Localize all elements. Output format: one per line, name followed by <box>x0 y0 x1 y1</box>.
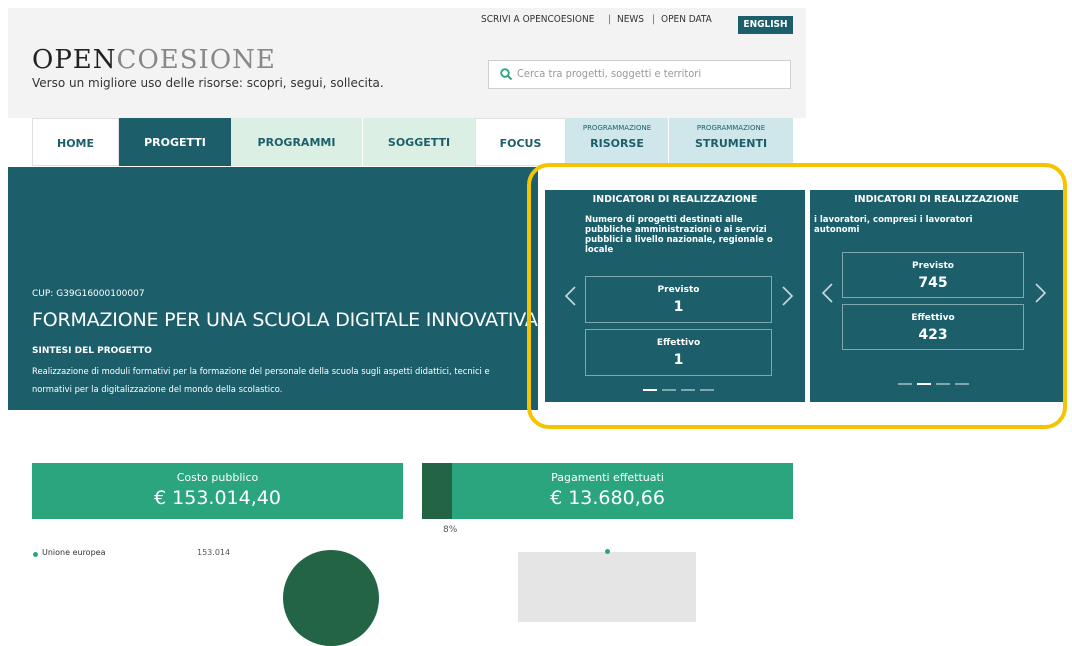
logo-bold: OPEN <box>32 45 117 75</box>
top-links: SCRIVI A OPENCOESIONE | NEWS | OPEN DATA… <box>8 13 805 34</box>
tab-sublabel: PROGRAMMAZIONE <box>696 124 766 132</box>
tab-risorse[interactable]: PROGRAMMAZIONE RISORSE <box>566 118 668 166</box>
highlight-frame <box>527 163 1067 429</box>
tab-label: RISORSE <box>590 137 644 150</box>
tab-soggetti[interactable]: SOGGETTI <box>362 118 475 166</box>
link-open-data[interactable]: OPEN DATA <box>661 14 712 25</box>
tab-strumenti[interactable]: PROGRAMMAZIONE STRUMENTI <box>668 118 793 166</box>
payments-label: Pagamenti effettuati <box>551 471 664 484</box>
project-cup: CUP: G39G16000100007 <box>32 289 145 299</box>
summary-text: Realizzazione di moduli formativi per la… <box>32 366 490 394</box>
tab-home[interactable]: HOME <box>32 118 119 166</box>
project-title: FORMAZIONE PER UNA SCUOLA DIGITALE INNOV… <box>32 309 538 331</box>
tab-label: FOCUS <box>499 137 542 150</box>
tab-sublabel: PROGRAMMAZIONE <box>582 124 652 132</box>
public-cost-value: € 153.014,40 <box>154 487 281 509</box>
chart-area <box>518 552 696 622</box>
payments-value: € 13.680,66 <box>550 487 665 509</box>
search-input[interactable]: Cerca tra progetti, soggetti e territori <box>488 60 791 89</box>
tab-label: PROGRAMMI <box>257 136 336 149</box>
legend-value: 153.014 <box>197 548 231 557</box>
public-cost-box: Costo pubblico € 153.014,40 <box>32 463 403 519</box>
tab-programmi[interactable]: PROGRAMMI <box>231 118 362 166</box>
main-nav: HOME PROGETTI PROGRAMMI SOGGETTI FOCUS P… <box>8 118 806 166</box>
logo-light: COESIONE <box>116 45 276 75</box>
project-banner: CUP: G39G16000100007 FORMAZIONE PER UNA … <box>8 167 538 410</box>
public-cost-label: Costo pubblico <box>176 471 259 484</box>
tagline: Verso un migliore uso delle risorse: sco… <box>32 76 384 90</box>
legend-marker <box>33 552 38 557</box>
tab-focus[interactable]: FOCUS <box>475 118 566 166</box>
tab-label: HOME <box>56 137 95 150</box>
separator: | <box>652 14 656 25</box>
payments-percent: 8% <box>443 525 458 535</box>
logo[interactable]: OPENCOESIONE <box>32 45 276 75</box>
search-icon <box>500 68 513 81</box>
legend-label: Unione europea <box>42 548 106 557</box>
tab-progetti[interactable]: PROGETTI <box>119 118 231 166</box>
link-scrivi[interactable]: SCRIVI A OPENCOESIONE <box>481 14 594 25</box>
funding-pie-chart <box>283 550 379 646</box>
tab-label: PROGETTI <box>144 136 206 149</box>
separator: | <box>608 14 612 25</box>
chart-marker <box>605 549 610 554</box>
summary-heading: SINTESI DEL PROGETTO <box>32 346 152 356</box>
payments-box: Pagamenti effettuati € 13.680,66 <box>422 463 793 519</box>
tab-label: STRUMENTI <box>694 137 768 150</box>
search-placeholder: Cerca tra progetti, soggetti e territori <box>517 67 702 80</box>
site-header: SCRIVI A OPENCOESIONE | NEWS | OPEN DATA… <box>8 8 806 118</box>
tab-label: SOGGETTI <box>387 136 451 149</box>
link-news[interactable]: NEWS <box>617 14 644 25</box>
language-button[interactable]: ENGLISH <box>738 16 793 34</box>
